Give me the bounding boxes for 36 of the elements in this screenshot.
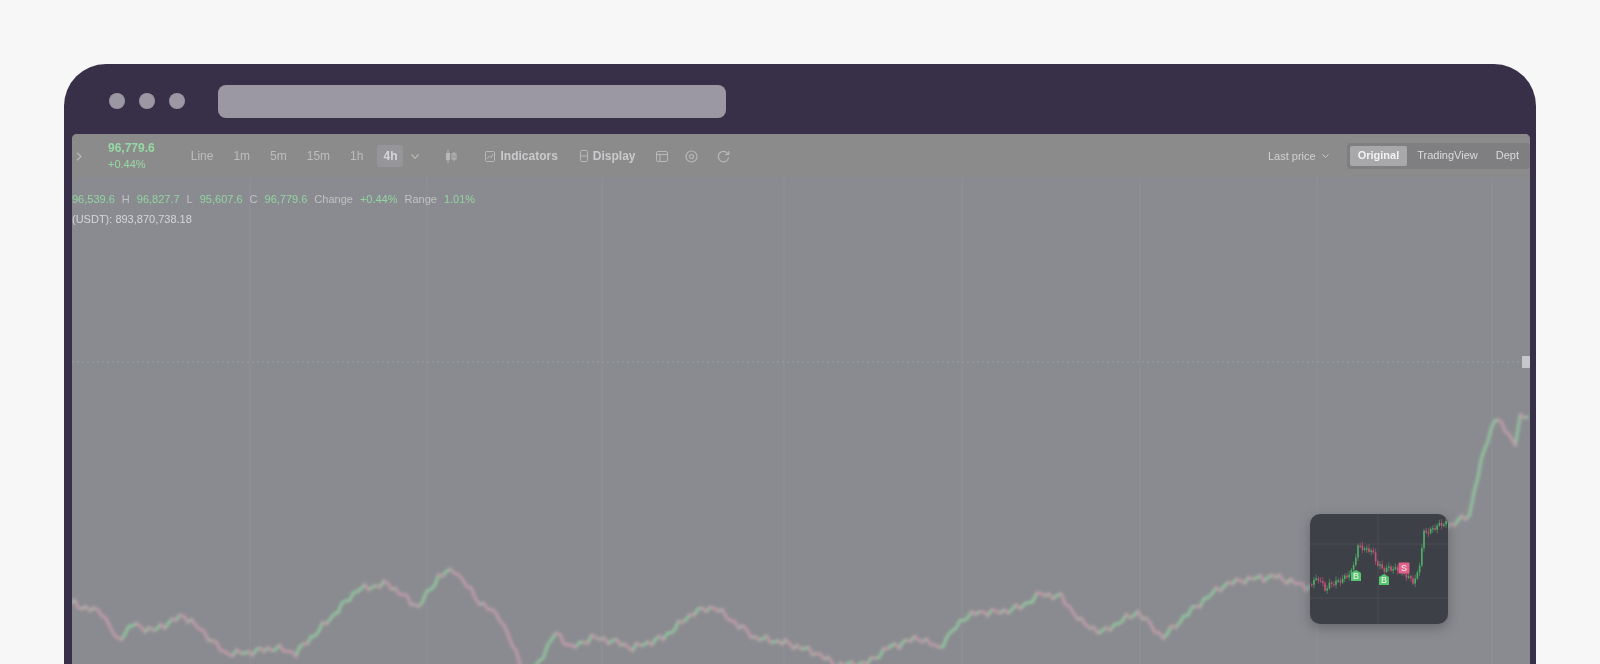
view-tab[interactable]: TradingView <box>1409 146 1486 166</box>
line-chart-icon <box>485 150 496 162</box>
legend-value: 95,607.6 <box>199 193 243 207</box>
legend-label: Change <box>314 193 353 207</box>
address-bar[interactable] <box>218 84 726 118</box>
price-change: +0.44% <box>108 156 147 172</box>
legend-value: 96,539.6 <box>72 193 115 207</box>
sell-signal-marker: S <box>1398 562 1410 574</box>
last-price: 96,779.6 <box>108 139 155 157</box>
price-source-dropdown[interactable]: Last price <box>1263 145 1333 167</box>
legend-label: Range <box>404 193 437 207</box>
legend-value: 1.01% <box>443 193 476 207</box>
interval-tab[interactable]: 4h <box>377 144 404 168</box>
window-dot-icon[interactable] <box>169 93 185 109</box>
caret-down-icon <box>1321 154 1329 158</box>
window-dot-icon[interactable] <box>139 93 155 109</box>
caret-down-icon[interactable] <box>411 153 420 159</box>
view-tab[interactable]: Dept <box>1487 146 1527 166</box>
buy-signal-marker: B <box>1379 574 1389 586</box>
buy-signal-marker: B <box>1351 570 1361 582</box>
frame-icon[interactable] <box>655 150 668 162</box>
legend-label: H <box>121 193 130 207</box>
legend-value: +0.44% <box>359 193 398 207</box>
indicators-button[interactable]: Indicators <box>481 145 562 167</box>
refresh-icon[interactable] <box>716 149 730 163</box>
window-dot-icon[interactable] <box>109 93 125 109</box>
panel-icon <box>579 150 588 162</box>
volume-readout: (USDT): 893,870,738.18 <box>72 212 192 227</box>
price-tag-icon <box>1522 356 1530 368</box>
legend-value: 96,827.7 <box>136 193 180 207</box>
candlestick-icon[interactable] <box>445 149 458 163</box>
chevron-icon[interactable] <box>76 151 82 161</box>
view-tab[interactable]: Original <box>1349 146 1408 166</box>
legend-value: 96,779.6 <box>264 193 308 207</box>
settings-icon[interactable] <box>684 149 698 163</box>
display-button[interactable]: Display <box>575 145 640 167</box>
